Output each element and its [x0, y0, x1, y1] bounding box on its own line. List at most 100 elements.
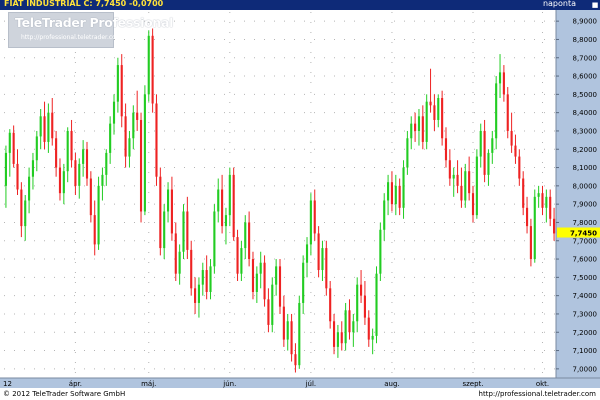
- candle-body: [58, 167, 62, 194]
- candle-body: [35, 136, 38, 161]
- candle-body: [74, 160, 77, 186]
- candle-body: [553, 218, 556, 234]
- candle-body: [444, 138, 448, 161]
- candle-body: [143, 94, 146, 212]
- candle-body: [112, 101, 116, 124]
- close-label: C: 7,7450: [83, 0, 127, 8]
- candle-body: [336, 332, 339, 347]
- candle-body: [209, 266, 212, 292]
- candle-body: [47, 112, 50, 142]
- y-tick-label: 8,0000: [573, 182, 598, 190]
- symbol-name: FIAT INDUSTRIAL: [4, 0, 81, 8]
- candle-body: [16, 163, 19, 190]
- copyright-text: © 2012 TeleTrader Software GmbH: [3, 390, 126, 398]
- candle-body: [255, 273, 258, 292]
- candle-body: [263, 262, 266, 300]
- candle-body: [248, 222, 251, 260]
- candle-body: [271, 284, 274, 325]
- candle-body: [120, 65, 123, 117]
- candle-body: [541, 193, 544, 208]
- candle-body: [468, 171, 471, 194]
- candle-body: [383, 200, 386, 230]
- candle-body: [240, 248, 243, 274]
- candle-body: [55, 138, 58, 168]
- candle-body: [464, 171, 467, 201]
- candle-body: [151, 35, 154, 104]
- y-tick-label: 7,0000: [573, 365, 598, 373]
- candle-body: [329, 288, 332, 322]
- candle: [159, 167, 162, 256]
- candle: [97, 176, 100, 250]
- candle: [475, 149, 478, 219]
- candle-body: [379, 229, 382, 274]
- candle-body: [85, 149, 89, 179]
- candle-body: [128, 138, 131, 157]
- candle-body: [506, 94, 509, 131]
- y-tick-label: 8,4000: [573, 109, 598, 117]
- candle-body: [456, 174, 459, 186]
- candle-body: [498, 72, 502, 84]
- candle-body: [124, 116, 127, 157]
- y-tick-label: 7,1000: [573, 347, 598, 355]
- candle-body: [12, 132, 15, 164]
- x-tick-label: 12: [3, 380, 12, 388]
- x-tick-label: okt.: [536, 380, 549, 388]
- candle: [278, 259, 282, 314]
- candle-body: [278, 266, 282, 307]
- candle-body: [294, 354, 297, 366]
- candle: [263, 255, 266, 307]
- y-tick-label: 7,7000: [573, 237, 598, 245]
- candle-body: [491, 138, 494, 153]
- candle-body: [163, 211, 166, 249]
- candle-body: [529, 226, 532, 260]
- candle-body: [116, 65, 119, 102]
- candle: [506, 87, 509, 139]
- candle-body: [20, 189, 23, 227]
- candle: [379, 222, 382, 282]
- y-tick-label: 7,8000: [573, 219, 598, 227]
- candle-body: [221, 189, 224, 227]
- candle-body: [298, 302, 301, 366]
- candle-body: [425, 101, 428, 142]
- candle-body: [70, 130, 73, 161]
- window-control-icon[interactable]: ■: [590, 0, 600, 10]
- candle-body: [201, 270, 204, 285]
- candle-body: [190, 249, 193, 289]
- footer-url[interactable]: http://professional.teletrader.com: [479, 390, 596, 398]
- chart-window: 7,0000 7,1000 7,2000 7,3000 7,4000 7,5000 7,60…: [0, 0, 600, 400]
- candle-body: [186, 211, 189, 250]
- change-value: -0,0700: [129, 0, 164, 8]
- period-label[interactable]: naponta: [543, 0, 576, 9]
- candle: [139, 112, 143, 223]
- candle-body: [305, 244, 309, 263]
- candle-body: [205, 270, 208, 292]
- candle-body: [495, 83, 498, 139]
- candle-body: [282, 306, 285, 340]
- candle-body: [390, 182, 394, 205]
- candle-body: [82, 149, 85, 164]
- candle-body: [421, 116, 424, 142]
- candle-body: [340, 332, 343, 344]
- candle-body: [275, 266, 278, 285]
- y-tick-label: 8,7000: [573, 54, 598, 62]
- candle-body: [429, 101, 432, 106]
- y-tick-label: 7,6000: [573, 256, 598, 264]
- y-tick-label: 8,2000: [573, 146, 598, 154]
- candle-body: [394, 185, 397, 205]
- candle-body: [479, 130, 482, 157]
- candle-body: [414, 123, 417, 131]
- candle-body: [43, 116, 46, 142]
- candle-body: [236, 237, 239, 274]
- candle-body: [259, 262, 262, 274]
- candle-body: [244, 222, 247, 249]
- candle-body: [360, 284, 363, 296]
- candle-body: [224, 215, 228, 227]
- candle-body: [101, 174, 104, 186]
- candle-body: [514, 145, 517, 157]
- candle-body: [371, 335, 374, 340]
- candlestick-chart: 7,0000 7,1000 7,2000 7,3000 7,4000 7,5000 7,60…: [0, 10, 600, 389]
- candle-body: [170, 189, 173, 234]
- candle: [375, 266, 378, 344]
- candle-body: [66, 130, 69, 172]
- x-tick-label: máj.: [141, 380, 156, 388]
